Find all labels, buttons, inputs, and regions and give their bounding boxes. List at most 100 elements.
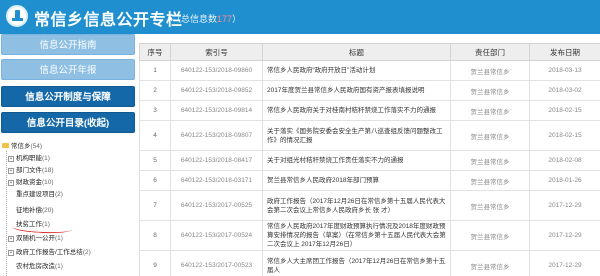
tree-count: (1) (42, 155, 50, 162)
expand-toggle-icon[interactable]: + (8, 236, 14, 242)
row-index: 640122-153/2018-03171 (170, 170, 263, 191)
row-dept: 贺兰县常信乡 (450, 250, 530, 276)
row-index: 640122-153/2017-00523 (170, 250, 263, 276)
row-no: 7 (139, 190, 171, 221)
row-date: 2017-12-29 (529, 220, 600, 251)
menu-catalog-button[interactable]: 信息公开目录(收起) (1, 112, 135, 133)
row-no: 2 (139, 80, 171, 101)
tree-label: 重点建设项目 (16, 191, 55, 198)
row-dept: 贺兰县常信乡 (450, 170, 530, 191)
row-no: 3 (139, 100, 171, 121)
row-dept: 贺兰县常信乡 (450, 220, 530, 251)
row-no: 4 (139, 120, 171, 151)
row-dept: 贺兰县常信乡 (450, 120, 530, 151)
row-no: 6 (139, 170, 171, 191)
row-title-link[interactable]: 常信乡人大主席团工作报告（2017年12月26日在常信乡第十五届人 (262, 250, 451, 276)
row-date: 2017-12-29 (529, 190, 600, 221)
row-no: 8 (139, 220, 171, 251)
tree-item-bumen[interactable]: + 部门文件(18) (8, 166, 54, 175)
row-title-link[interactable]: 常信乡人民政府2017年度财政预算执行情况及2018年度财政预算安排情况的报告（… (262, 220, 451, 251)
row-title-link[interactable]: 2017年度贺兰县常信乡人民政府国有资产报表填报说明 (262, 80, 451, 101)
row-dept: 贺兰县常信乡 (450, 60, 530, 81)
row-title-link[interactable]: 关于对组光村秸秆禁烧工作责任落实不力的通报 (262, 150, 451, 171)
table-row[interactable]: 8 640122-153/2017-00524 常信乡人民政府2017年度财政预… (139, 220, 600, 251)
tree-item-fupin[interactable]: 扶贫工作(1) (16, 220, 50, 229)
total-prefix: （总信息数 (172, 14, 218, 24)
expand-toggle-icon[interactable]: + (8, 180, 14, 186)
table-row[interactable]: 5 640122-153/2018-08417 关于对组光村秸秆禁烧工作责任落实… (139, 150, 600, 171)
expand-toggle-icon[interactable]: + (8, 168, 14, 174)
row-dept: 贺兰县常信乡 (450, 190, 530, 221)
row-date: 2018-02-08 (529, 150, 600, 171)
row-dept: 贺兰县常信乡 (450, 100, 530, 121)
tree-count: (1) (55, 235, 63, 242)
row-title-link[interactable]: 政府工作报告（2017年12月26日在常信乡第十五届人民代表大会第二次会议上常信… (262, 190, 451, 221)
table-row[interactable]: 6 640122-153/2018-03171 贺兰县常信乡人民政府2018年部… (139, 170, 600, 191)
tree-item-shuangsuiji[interactable]: + 双随机一公开(1) (8, 234, 63, 243)
row-index: 640122-153/2018-09814 (170, 100, 263, 121)
tree-root-changxin[interactable]: 常信乡(54) (2, 142, 42, 151)
table-row[interactable]: 3 640122-153/2018-09814 常信乡人民政府关于对桂南村秸秆禁… (139, 100, 600, 121)
row-title-link[interactable]: 常信乡人民政府“政府开放日”活动计划 (262, 60, 451, 81)
row-index: 640122-153/2018-08417 (170, 150, 263, 171)
row-date: 2018-03-02 (529, 80, 600, 101)
tree-count: (1) (42, 221, 50, 228)
tree-guide-line (6, 151, 7, 276)
row-date: 2018-03-13 (529, 60, 600, 81)
row-index: 640122-153/2017-00525 (170, 190, 263, 221)
total-count-label: （总信息数177） (172, 12, 241, 25)
menu-guide-button[interactable]: 信息公开指南 (1, 34, 135, 55)
row-title-link[interactable]: 常信乡人民政府关于对桂南村秸秆禁烧工作落实不力的通报 (262, 100, 451, 121)
tree-count: (1) (55, 263, 63, 270)
row-no: 1 (139, 60, 171, 81)
row-date: 2018-02-15 (529, 120, 600, 151)
expand-toggle-icon[interactable]: + (8, 250, 14, 256)
info-table-container: 序号 索引号 标题 责任部门 发布日期 1 640122-153/2018-09… (139, 43, 600, 276)
tree-item-caizheng[interactable]: + 财政资金(10) (8, 178, 54, 187)
table-row[interactable]: 4 640122-153/2018-09807 关于落实《国务院安委会安全生产第… (139, 120, 600, 151)
tree-count: (2) (55, 191, 63, 198)
expand-toggle-icon[interactable]: + (8, 156, 14, 162)
tree-label: 政府工作报告/工作总结 (16, 249, 83, 256)
tree-label: 财政资金 (16, 179, 42, 186)
row-index: 640122-153/2018-09860 (170, 60, 263, 81)
total-count: 177 (217, 14, 233, 24)
col-header-dept: 责任部门 (450, 43, 530, 61)
row-title-link[interactable]: 关于落实《国务院安委会安全生产第八巡查组反馈问题整改工作》的情况汇报 (262, 120, 451, 151)
row-date: 2018-02-15 (529, 100, 600, 121)
tree-label: 机构职能 (16, 155, 42, 162)
row-index: 640122-153/2018-09807 (170, 120, 263, 151)
row-no: 5 (139, 150, 171, 171)
row-dept: 贺兰县常信乡 (450, 80, 530, 101)
tree-label: 征地补偿 (16, 207, 42, 214)
tree-count: (2) (82, 249, 91, 256)
tree-item-gongzuobaogao[interactable]: + 政府工作报告/工作总结(2) (8, 248, 91, 257)
col-header-date: 发布日期 (529, 43, 600, 61)
row-title-link[interactable]: 贺兰县常信乡人民政府2018年部门预算 (262, 170, 451, 191)
page-title: 常信乡信息公开专栏 (34, 12, 183, 29)
tree-count: (54) (30, 143, 43, 150)
tree-label: 扶贫工作 (16, 221, 42, 228)
tree-item-zhongdian[interactable]: 重点建设项目(2) (16, 190, 63, 199)
row-no: 9 (139, 250, 171, 276)
folder-icon (2, 143, 9, 148)
tree-count: (20) (42, 207, 54, 214)
col-header-index: 索引号 (170, 43, 263, 61)
tree-item-zhengdi[interactable]: 征地补偿(20) (16, 206, 54, 215)
table-row[interactable]: 1 640122-153/2018-09860 常信乡人民政府“政府开放日”活动… (139, 60, 600, 81)
menu-annual-report-button[interactable]: 信息公开年报 (1, 59, 135, 80)
table-row[interactable]: 9 640122-153/2017-00523 常信乡人大主席团工作报告（201… (139, 250, 600, 276)
table-row[interactable]: 2 640122-153/2018-09852 2017年度贺兰县常信乡人民政府… (139, 80, 600, 101)
row-date: 2018-01-26 (529, 170, 600, 191)
menu-system-button[interactable]: 信息公开制度与保障 (1, 86, 135, 107)
col-header-no: 序号 (139, 43, 171, 61)
info-table: 序号 索引号 标题 责任部门 发布日期 1 640122-153/2018-09… (139, 43, 600, 276)
tree-label: 部门文件 (16, 167, 42, 174)
table-header-row: 序号 索引号 标题 责任部门 发布日期 (139, 43, 600, 61)
tree-label: 常信乡 (11, 143, 31, 150)
tree-item-weifang[interactable]: 农村危房改造(1) (16, 262, 63, 271)
row-index: 640122-153/2017-00524 (170, 220, 263, 251)
table-row[interactable]: 7 640122-153/2017-00525 政府工作报告（2017年12月2… (139, 190, 600, 221)
tree-item-jigou[interactable]: + 机构职能(1) (8, 154, 50, 163)
col-header-title: 标题 (262, 43, 451, 61)
